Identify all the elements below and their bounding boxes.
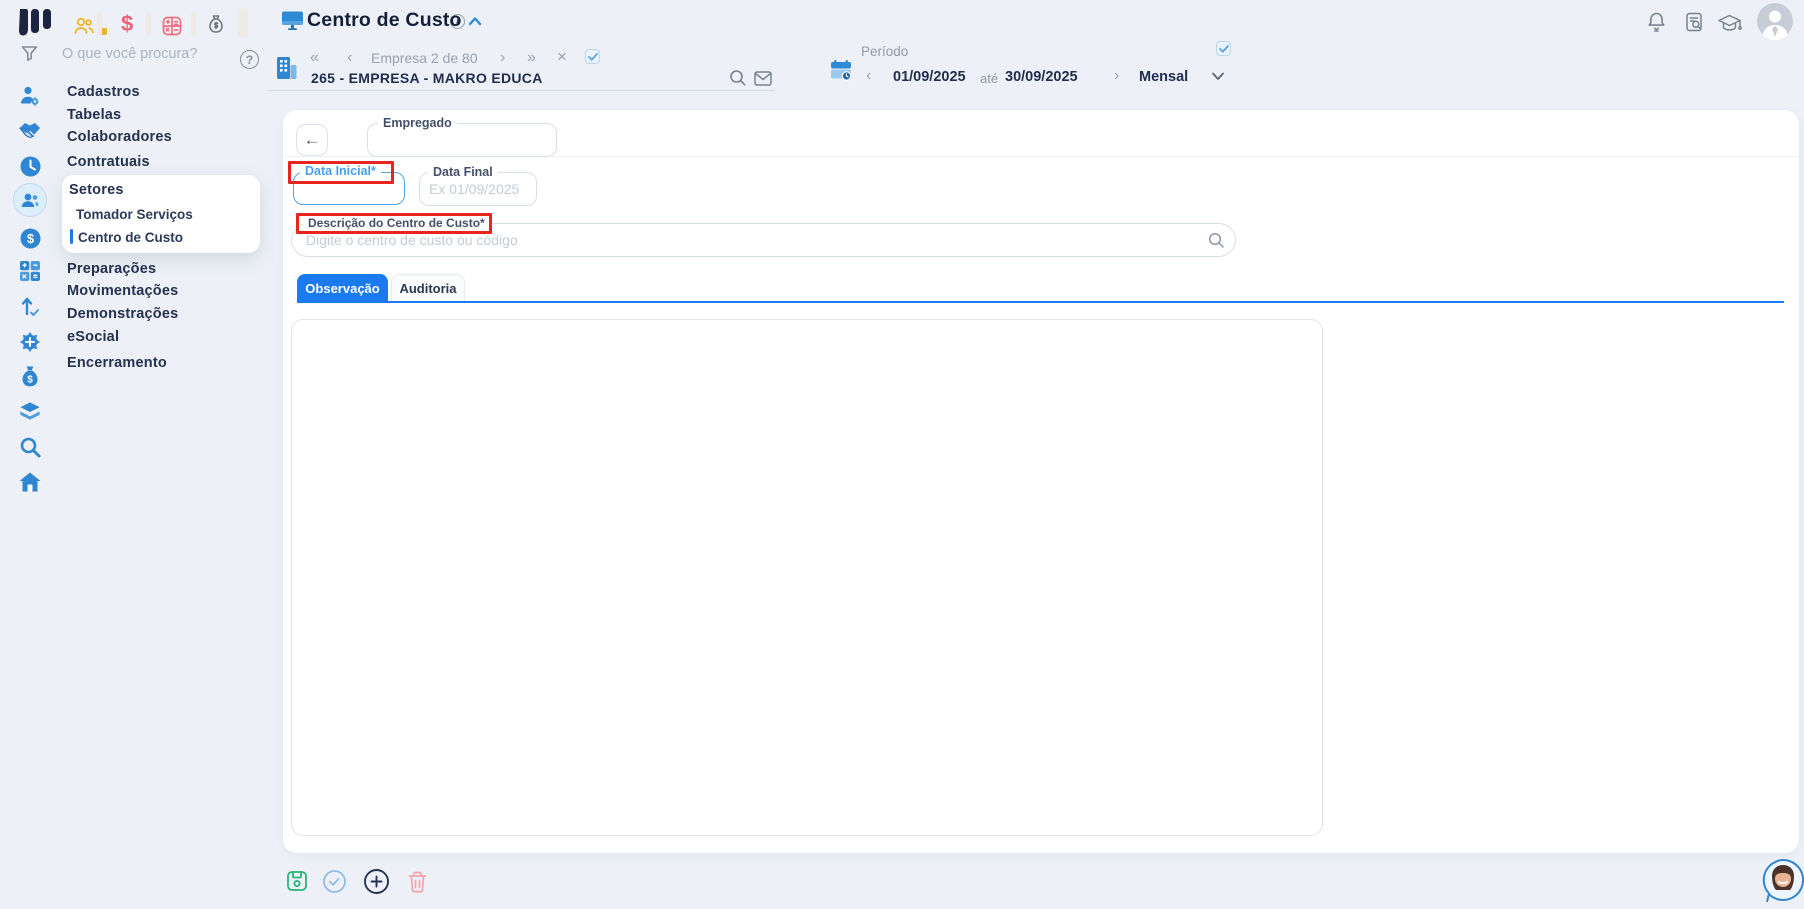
company-next-button[interactable]: › <box>500 50 505 66</box>
financeiro-dollar-icon[interactable]: $ <box>18 226 42 250</box>
sidebar-item-esocial[interactable]: eSocial <box>67 329 119 345</box>
setores-people-icon-active[interactable] <box>13 183 47 217</box>
support-chat-avatar[interactable] <box>1761 858 1804 909</box>
encerramento-moneybag-icon[interactable]: $ <box>18 365 42 389</box>
delete-button[interactable] <box>406 870 429 894</box>
user-avatar[interactable] <box>1756 2 1794 40</box>
filter-funnel-icon[interactable] <box>20 44 39 63</box>
company-first-button[interactable]: « <box>310 50 319 66</box>
period-label: Período <box>861 44 909 59</box>
topbar-divider <box>238 9 248 38</box>
sidebar-item-encerramento[interactable]: Encerramento <box>67 355 167 371</box>
company-building-icon <box>275 55 298 81</box>
sidebar-item-contratuais[interactable]: Contratuais <box>67 154 150 170</box>
layers-icon[interactable] <box>18 400 42 424</box>
colaboradores-handshake-icon[interactable] <box>18 119 42 143</box>
app-logo[interactable] <box>18 9 54 41</box>
sidebar-item-setores[interactable]: Setores <box>69 182 124 198</box>
contratuais-clock-icon[interactable] <box>18 154 42 178</box>
tab-underline <box>297 301 1784 303</box>
sidebar-subitem-tomador-servicos[interactable]: Tomador Serviços <box>76 207 193 222</box>
sidebar-subitem-centro-de-custo[interactable]: Centro de Custo <box>78 230 183 245</box>
add-button[interactable] <box>363 868 390 895</box>
sidebar-item-demonstracoes[interactable]: Demonstrações <box>67 306 178 322</box>
sidebar-item-preparacoes[interactable]: Preparações <box>67 261 156 277</box>
period-calendar-icon <box>829 58 853 82</box>
topbar-divider <box>191 12 196 36</box>
observacao-textarea[interactable] <box>291 319 1323 836</box>
period-mode-chevron-down-icon[interactable] <box>1211 72 1225 81</box>
collapse-chevron-up-icon[interactable] <box>468 16 482 26</box>
preparacoes-calculator-icon[interactable] <box>18 259 42 283</box>
tab-auditoria[interactable]: Auditoria <box>391 274 465 302</box>
topbar-divider <box>146 12 151 36</box>
document-search-icon[interactable] <box>1683 11 1705 34</box>
descricao-search-icon[interactable] <box>1208 232 1225 249</box>
sidebar-search-input[interactable] <box>60 45 224 63</box>
logo-icon <box>19 9 51 36</box>
sidebar-item-cadastros[interactable]: Cadastros <box>67 84 140 100</box>
cadastros-icon[interactable] <box>18 84 42 108</box>
topbar-divider <box>97 12 102 36</box>
company-field-underline <box>268 90 775 91</box>
data-inicial-field[interactable]: Data Inicial* <box>293 164 405 205</box>
sidebar-item-movimentacoes[interactable]: Movimentações <box>67 283 178 299</box>
descricao-label: Descrição do Centro de Custo* <box>303 216 490 230</box>
period-mode-select[interactable]: Mensal <box>1139 69 1188 85</box>
period-next-button[interactable]: › <box>1114 68 1119 84</box>
company-mail-icon[interactable] <box>754 71 772 86</box>
data-final-field[interactable]: Data Final <box>419 165 537 206</box>
moneybag-module-icon[interactable] <box>204 13 228 37</box>
active-item-indicator <box>70 229 73 244</box>
descricao-field[interactable]: Descrição do Centro de Custo* <box>291 216 1236 257</box>
company-last-button[interactable]: » <box>527 50 536 66</box>
save-button[interactable] <box>285 869 309 893</box>
help-icon[interactable]: ? <box>240 50 259 69</box>
company-name[interactable]: 265 - EMPRESA - MAKRO EDUCA <box>311 70 543 86</box>
period-start-date[interactable]: 01/09/2025 <box>893 69 966 85</box>
notifications-bell-icon[interactable] <box>1645 10 1668 34</box>
esocial-gear-icon[interactable] <box>18 330 42 354</box>
company-filter-checkbox[interactable] <box>585 49 600 64</box>
data-final-label: Data Final <box>428 165 498 179</box>
period-until-label: até <box>980 71 999 86</box>
sidebar-item-colaboradores[interactable]: Colaboradores <box>67 129 172 145</box>
period-prev-button[interactable]: ‹ <box>866 68 871 84</box>
sidebar-item-tabelas[interactable]: Tabelas <box>67 107 121 123</box>
confirm-button[interactable] <box>322 869 347 894</box>
empregado-label: Empregado <box>378 116 457 130</box>
data-inicial-label: Data Inicial* <box>300 164 381 178</box>
company-position-label: Empresa 2 de 80 <box>371 50 478 66</box>
graduation-cap-icon[interactable] <box>1716 12 1743 35</box>
home-icon[interactable] <box>18 470 42 494</box>
demonstracoes-chart-icon[interactable] <box>18 294 42 318</box>
company-search-icon[interactable] <box>729 69 747 87</box>
setores-flyout: Setores Tomador Serviços Centro de Custo <box>62 175 260 253</box>
empregado-field[interactable]: Empregado <box>367 116 557 157</box>
info-icon[interactable]: i <box>450 14 465 29</box>
svg-text:$: $ <box>27 374 33 385</box>
svg-text:$: $ <box>26 231 34 246</box>
back-button[interactable]: ← <box>296 124 328 156</box>
period-checkbox[interactable] <box>1216 41 1231 56</box>
page-monitor-icon <box>281 10 304 31</box>
period-end-date[interactable]: 30/09/2025 <box>1005 69 1078 85</box>
search-tool-icon[interactable] <box>18 435 42 459</box>
company-prev-button[interactable]: ‹ <box>347 50 352 66</box>
people-module-icon[interactable] <box>72 14 96 38</box>
company-clear-button[interactable]: × <box>557 48 567 65</box>
tab-observacao[interactable]: Observação <box>297 274 388 302</box>
calculator-module-icon[interactable] <box>160 14 184 38</box>
finance-module-icon[interactable]: $ <box>121 11 133 37</box>
page-title: Centro de Custo <box>307 9 462 31</box>
